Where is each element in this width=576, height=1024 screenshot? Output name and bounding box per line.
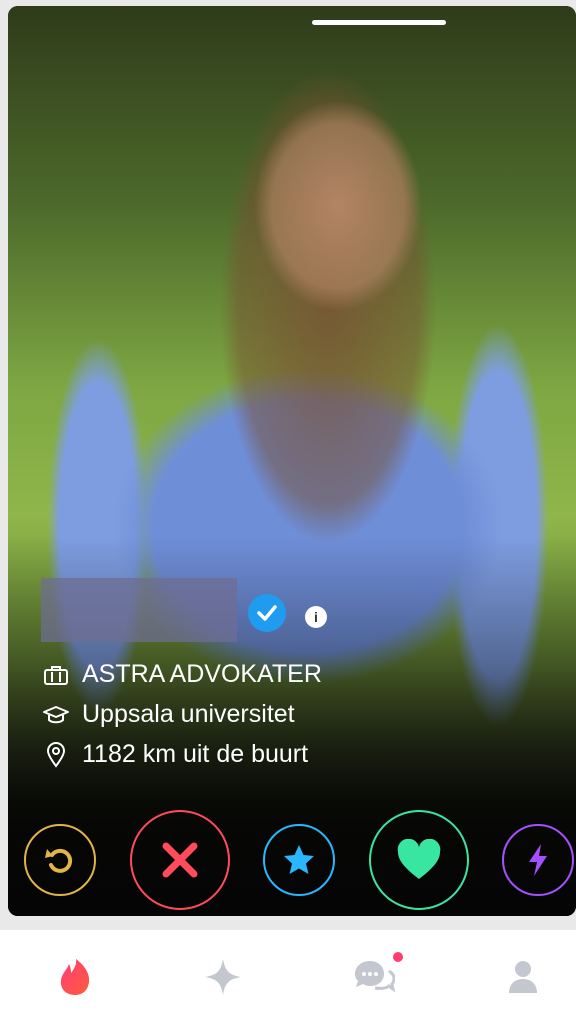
messages-badge <box>393 952 403 962</box>
lightning-icon <box>529 844 547 876</box>
boost-button[interactable] <box>502 824 574 896</box>
briefcase-icon <box>42 664 70 686</box>
nav-discover[interactable] <box>52 954 98 1000</box>
nav-messages[interactable] <box>350 954 396 1000</box>
photo-indicator-bar <box>312 20 446 25</box>
profile-school-row: Uppsala universitet <box>42 700 295 729</box>
close-icon <box>162 842 198 878</box>
profile-card[interactable]: i ASTRA ADVOKATER Uppsala universitet 11… <box>8 6 576 916</box>
rewind-button[interactable] <box>24 824 96 896</box>
profile-job-row: ASTRA ADVOKATER <box>42 660 322 689</box>
nav-profile[interactable] <box>500 954 546 1000</box>
profile-name-redacted <box>41 578 237 642</box>
profile-distance-row: 1182 km uit de buurt <box>42 740 308 769</box>
profile-job: ASTRA ADVOKATER <box>82 660 322 688</box>
verified-check-icon <box>248 594 286 632</box>
sparkle-icon <box>205 959 241 995</box>
nav-explore[interactable] <box>200 954 246 1000</box>
profile-school: Uppsala universitet <box>82 700 295 728</box>
rewind-icon <box>45 848 73 873</box>
nope-button[interactable] <box>130 810 230 910</box>
like-button[interactable] <box>369 810 469 910</box>
graduation-cap-icon <box>42 704 70 726</box>
info-icon[interactable]: i <box>305 606 327 628</box>
user-icon <box>509 961 537 993</box>
profile-distance: 1182 km uit de buurt <box>82 740 309 768</box>
chat-icon <box>355 961 395 993</box>
bottom-navigation <box>0 930 576 1024</box>
star-icon <box>284 845 314 874</box>
heart-icon <box>397 839 441 879</box>
flame-icon <box>60 959 90 995</box>
location-pin-icon <box>42 741 70 768</box>
super-like-button[interactable] <box>263 824 335 896</box>
